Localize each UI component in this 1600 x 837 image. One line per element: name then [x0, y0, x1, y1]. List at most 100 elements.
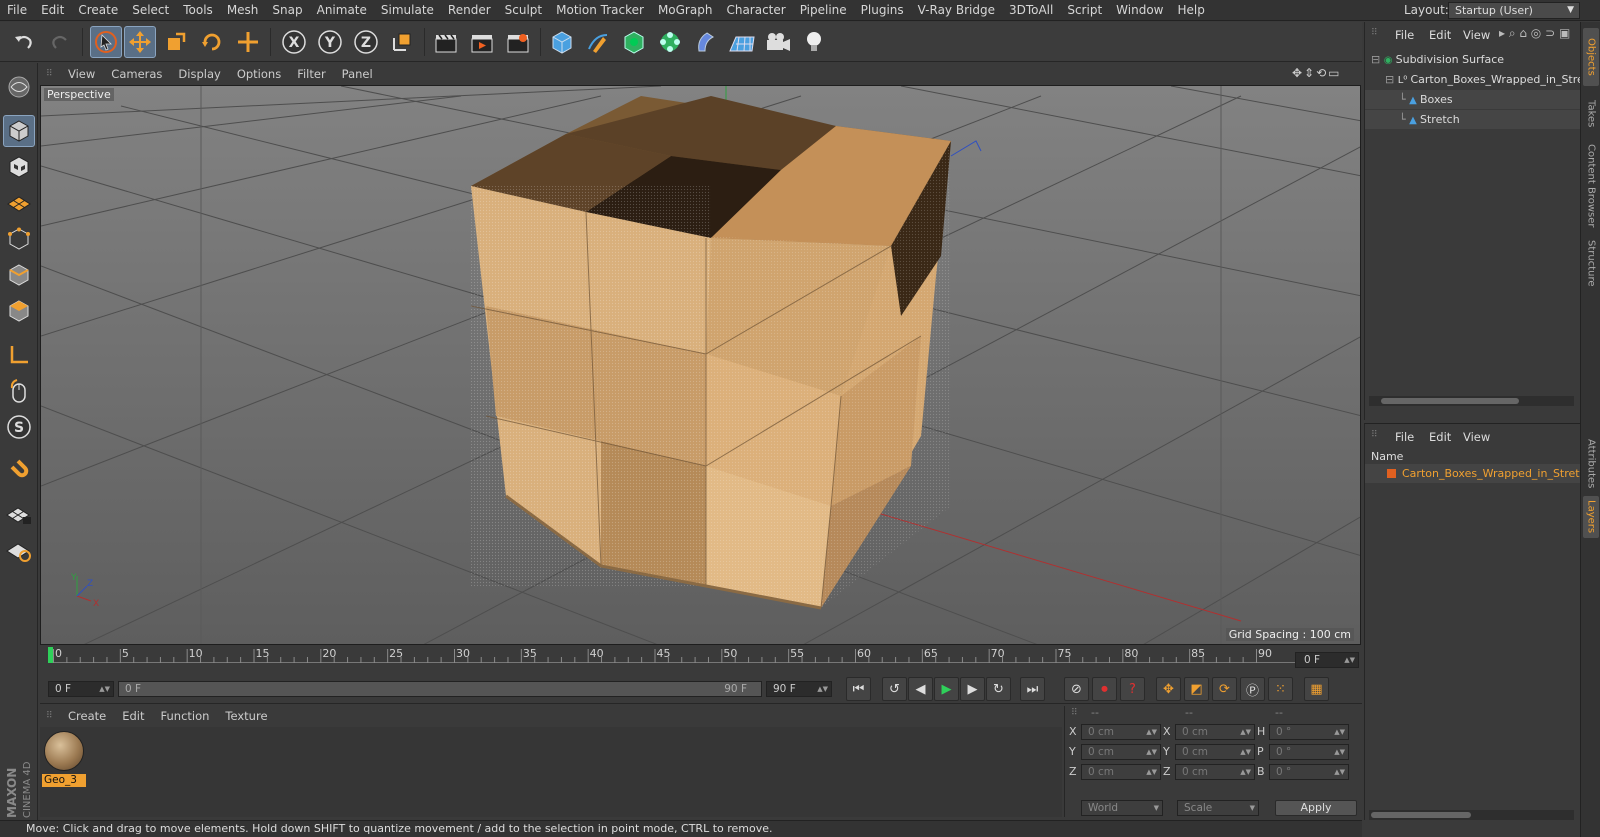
pen-spline-button[interactable]	[582, 26, 614, 58]
menu-simulate[interactable]: Simulate	[374, 0, 441, 21]
tree-expander-icon[interactable]: ⊟	[1371, 53, 1384, 66]
coordinate-value-field[interactable]: 0 cm ▲▼	[1175, 764, 1255, 780]
objects-menu-view[interactable]: View	[1463, 28, 1490, 42]
viewport-menu-view[interactable]: View	[60, 67, 103, 81]
carton-boxes-model[interactable]	[470, 96, 951, 610]
menu-sculpt[interactable]: Sculpt	[498, 0, 549, 21]
apply-button[interactable]: Apply	[1275, 800, 1357, 816]
z-axis-lock-button[interactable]: Z	[350, 26, 382, 58]
locked-workplane-button[interactable]	[3, 499, 35, 531]
play-button[interactable]: ▶	[934, 677, 959, 701]
go-to-end-button[interactable]: ⏭	[1020, 677, 1045, 701]
previous-key-button[interactable]: ↺	[882, 677, 907, 701]
snapping-button[interactable]: S	[3, 411, 35, 443]
camera-label[interactable]: Perspective	[44, 88, 114, 101]
menu-file[interactable]: File	[0, 0, 34, 21]
layers-menu-edit[interactable]: Edit	[1429, 430, 1451, 444]
layers-horizontal-scrollbar[interactable]	[1369, 810, 1574, 820]
coordinate-value-field[interactable]: 0 ° ▲▼	[1269, 724, 1349, 740]
render-to-picture-viewer-button[interactable]	[466, 26, 498, 58]
x-axis-lock-button[interactable]: X	[278, 26, 310, 58]
menu-edit[interactable]: Edit	[34, 0, 71, 21]
floor-button[interactable]	[726, 26, 758, 58]
object-tree-item[interactable]: ⊟ ◉ Subdivision Surface	[1365, 50, 1581, 69]
end-frame-field[interactable]: 90 F ▲▼	[766, 681, 832, 697]
make-editable-button[interactable]	[3, 71, 35, 103]
menu-help[interactable]: Help	[1170, 0, 1211, 21]
workplane-button[interactable]	[3, 187, 35, 219]
menu-render[interactable]: Render	[441, 0, 498, 21]
object-tree-item[interactable]: └ ▲ Boxes	[1365, 90, 1581, 109]
live-selection-button[interactable]	[90, 26, 122, 58]
tweak-mode-button[interactable]	[3, 375, 35, 407]
points-mode-button[interactable]	[3, 223, 35, 255]
coordinate-value-field[interactable]: 0 cm ▲▼	[1175, 744, 1255, 760]
layer-row[interactable]: Carton_Boxes_Wrapped_in_Stretch	[1365, 464, 1581, 483]
right-tab-layers[interactable]: Layers	[1583, 496, 1599, 538]
coordinate-column-header[interactable]: --	[1275, 706, 1283, 719]
magnet-button[interactable]	[3, 455, 35, 487]
layers-menu-file[interactable]: File	[1395, 430, 1414, 444]
layers-menu-view[interactable]: View	[1463, 430, 1490, 444]
viewport-menu-display[interactable]: Display	[170, 67, 228, 81]
menu-tools[interactable]: Tools	[176, 0, 220, 21]
tree-expander-icon[interactable]: ⊟	[1385, 73, 1398, 86]
model-mode-button[interactable]	[3, 115, 35, 147]
material-thumbnail[interactable]	[44, 731, 84, 771]
menu-mesh[interactable]: Mesh	[220, 0, 266, 21]
coordinate-value-field[interactable]: 0 cm ▲▼	[1081, 724, 1161, 740]
viewport-nav-icons[interactable]: ✥⇕⟲▭	[1292, 66, 1342, 80]
next-key-button[interactable]: ↻	[986, 677, 1011, 701]
material-menu-edit[interactable]: Edit	[114, 709, 152, 723]
menu-v-ray-bridge[interactable]: V-Ray Bridge	[911, 0, 1002, 21]
viewport-menu-panel[interactable]: Panel	[334, 67, 381, 81]
frame-range-slider[interactable]: 0 F 90 F	[118, 681, 762, 697]
y-axis-lock-button[interactable]: Y	[314, 26, 346, 58]
deformer-button[interactable]	[690, 26, 722, 58]
menu-pipeline[interactable]: Pipeline	[793, 0, 854, 21]
material-menu-texture[interactable]: Texture	[217, 709, 275, 723]
texture-mode-button[interactable]	[3, 151, 35, 183]
coordinate-value-field[interactable]: 0 cm ▲▼	[1081, 744, 1161, 760]
key-parameter-button[interactable]: Ⓟ	[1240, 677, 1265, 701]
object-tree-item[interactable]: ⊟ L⁰ Carton_Boxes_Wrapped_in_Stretch	[1365, 70, 1581, 89]
viewport-menu-filter[interactable]: Filter	[289, 67, 333, 81]
coordinate-system-button[interactable]	[386, 26, 418, 58]
cube-object-button[interactable]	[546, 26, 578, 58]
menu-script[interactable]: Script	[1060, 0, 1109, 21]
edges-mode-button[interactable]	[3, 259, 35, 291]
key-pla-button[interactable]: ⁙	[1268, 677, 1293, 701]
menu-snap[interactable]: Snap	[265, 0, 309, 21]
menu-animate[interactable]: Animate	[310, 0, 374, 21]
material-menu-function[interactable]: Function	[153, 709, 218, 723]
scale-tool-button[interactable]	[160, 26, 192, 58]
coordinate-value-field[interactable]: 0 ° ▲▼	[1269, 764, 1349, 780]
3d-viewport[interactable]: Y X Z Perspective Grid Spacing : 100 cm	[40, 85, 1361, 645]
timeline-ruler[interactable]: 0 5 10 15 20 25 30 35 40 45 50 55 60 65 70 75 80 85 90	[40, 647, 1362, 673]
key-rotation-button[interactable]: ⟳	[1212, 677, 1237, 701]
menu-plugins[interactable]: Plugins	[854, 0, 911, 21]
timeline-window-button[interactable]: ▦	[1304, 677, 1329, 701]
object-tree[interactable]: ⊟ ◉ Subdivision Surface ⊟ L⁰ Carton_Boxes…	[1365, 50, 1581, 410]
previous-frame-button[interactable]: ◀	[908, 677, 933, 701]
coordinate-value-field[interactable]: 0 ° ▲▼	[1269, 744, 1349, 760]
coordinate-value-field[interactable]: 0 cm ▲▼	[1175, 724, 1255, 740]
layout-select[interactable]: Startup (User) ▼	[1448, 2, 1580, 19]
layer-color-swatch[interactable]	[1387, 469, 1396, 478]
polygons-mode-button[interactable]	[3, 295, 35, 327]
menu-motion-tracker[interactable]: Motion Tracker	[549, 0, 651, 21]
objects-menu-edit[interactable]: Edit	[1429, 28, 1451, 42]
keyframe-selection-button[interactable]: ?	[1120, 677, 1145, 701]
material-name[interactable]: Geo_3	[42, 774, 86, 787]
current-frame-field[interactable]: 0 F ▲▼	[1295, 652, 1359, 668]
camera-button[interactable]	[762, 26, 794, 58]
render-view-button[interactable]	[430, 26, 462, 58]
objects-horizontal-scrollbar[interactable]	[1369, 396, 1574, 406]
autokey-button[interactable]: ⏺	[1092, 677, 1117, 701]
rotate-tool-button[interactable]	[196, 26, 228, 58]
coordinate-column-header[interactable]: --	[1091, 706, 1099, 719]
right-tab-objects[interactable]: Objects	[1583, 28, 1599, 86]
menu-mograph[interactable]: MoGraph	[651, 0, 720, 21]
key-scale-button[interactable]: ◩	[1184, 677, 1209, 701]
coordinate-value-field[interactable]: 0 cm ▲▼	[1081, 764, 1161, 780]
